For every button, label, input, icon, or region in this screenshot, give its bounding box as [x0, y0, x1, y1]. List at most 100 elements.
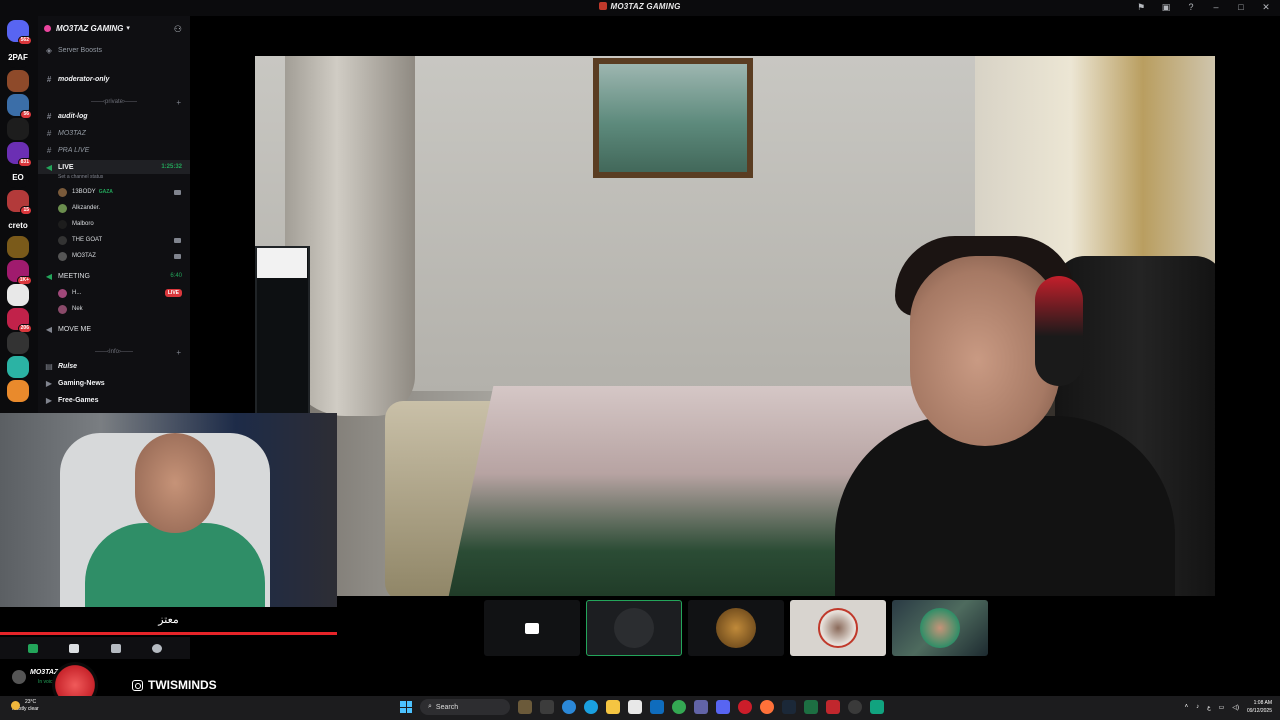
volume-icon[interactable]: ◁): [1232, 704, 1239, 711]
avatar: [58, 203, 67, 213]
app-icon[interactable]: [826, 700, 840, 714]
help-icon[interactable]: ?: [1185, 2, 1197, 13]
microphone-icon[interactable]: ♪: [1196, 704, 1199, 710]
inbox-icon[interactable]: ⚑: [1135, 2, 1147, 13]
edge-icon[interactable]: [584, 700, 598, 714]
camera-icon: [174, 190, 181, 195]
channel-pra-live[interactable]: # PRA LIVE: [38, 143, 190, 157]
channel-status[interactable]: Set a channel status: [58, 174, 103, 180]
channel-mo3taz[interactable]: # MO3TAZ: [38, 126, 190, 140]
main-stream-video[interactable]: [255, 56, 1215, 596]
voice-user[interactable]: Malboro: [58, 217, 94, 231]
avatar: [58, 235, 67, 245]
notification-badge: 562: [17, 36, 32, 45]
voice-channel-live[interactable]: ◀ LIVE 1:25:32: [38, 160, 190, 174]
server-icon[interactable]: 15: [7, 190, 32, 215]
voice-channel-meeting[interactable]: ◀ MEETING 6:40: [38, 269, 190, 283]
server-icon[interactable]: [7, 118, 29, 140]
settings-icon[interactable]: [848, 700, 862, 714]
start-button[interactable]: [400, 701, 412, 713]
announcement-icon: ▶: [45, 378, 53, 388]
chevron-up-icon[interactable]: ˄: [1185, 704, 1189, 710]
taskbar-search[interactable]: ⌕ Search: [420, 699, 510, 715]
weather-widget[interactable]: 23°C Mostly clear: [11, 699, 39, 713]
server-icon[interactable]: 562: [7, 20, 32, 45]
title-bar: MO3TAZ GAMING ⚑ ▣ ? – □ ✕: [0, 0, 1280, 16]
voice-user[interactable]: Alkzander.: [58, 201, 100, 215]
participant-tile[interactable]: [790, 600, 886, 656]
server-icon[interactable]: [7, 380, 29, 402]
close-button[interactable]: ✕: [1260, 2, 1272, 13]
server-icon[interactable]: 56: [7, 94, 32, 119]
server-icon[interactable]: 206: [7, 308, 32, 333]
invite-icon[interactable]: ⚇: [174, 24, 182, 35]
server-icon[interactable]: 1K+: [7, 260, 32, 285]
server-icon[interactable]: EO: [7, 166, 29, 188]
participant-tile[interactable]: [688, 600, 784, 656]
channel-audit-log[interactable]: # audit-log: [38, 109, 190, 123]
avatar: [58, 288, 67, 298]
chevron-down-icon: ▾: [126, 25, 130, 32]
category-info[interactable]: ——‹ Info ›—— +: [38, 345, 190, 359]
category-private[interactable]: ——‹ private ›—— +: [38, 95, 190, 109]
teams-icon[interactable]: [694, 700, 708, 714]
activities-button[interactable]: [110, 643, 121, 653]
participant-tile[interactable]: [484, 600, 580, 656]
firefox-icon[interactable]: [760, 700, 774, 714]
add-channel-icon[interactable]: +: [176, 98, 181, 107]
screen-share-button[interactable]: [69, 643, 80, 653]
soundboard-button[interactable]: [152, 643, 163, 653]
clock[interactable]: 1:08 AM 09/12/2025: [1247, 699, 1272, 715]
monitor-image: [255, 246, 310, 416]
live-badge: LIVE: [164, 289, 182, 297]
server-icon[interactable]: 2PAF: [7, 46, 29, 68]
server-icon[interactable]: [7, 70, 29, 92]
channel-moderator-only[interactable]: # moderator-only: [38, 72, 190, 86]
steam-icon[interactable]: [782, 700, 796, 714]
avatar[interactable]: [12, 670, 26, 684]
camera-toggle-button[interactable]: [27, 643, 38, 653]
opera-icon[interactable]: [738, 700, 752, 714]
voice-user[interactable]: THE GOAT: [58, 233, 102, 247]
chrome-icon[interactable]: [672, 700, 686, 714]
participant-tile[interactable]: [892, 600, 988, 656]
server-icon[interactable]: creto: [7, 214, 29, 236]
minimize-button[interactable]: –: [1210, 2, 1222, 13]
channel-free-games[interactable]: ▶ Free-Games: [38, 393, 190, 407]
voice-user[interactable]: 13BODY GAZA: [58, 185, 113, 199]
file-explorer-icon[interactable]: [606, 700, 620, 714]
screen-icon[interactable]: ▣: [1160, 2, 1172, 13]
server-icon[interactable]: [7, 236, 29, 258]
server-icon[interactable]: [7, 284, 29, 306]
widget-icon[interactable]: [518, 700, 532, 714]
language-indicator[interactable]: ع: [1207, 704, 1211, 711]
channel-gaming-news[interactable]: ▶ Gaming-News: [38, 376, 190, 390]
speaker-icon: ◀: [45, 324, 53, 334]
voice-user[interactable]: MO3TAZ: [58, 249, 96, 263]
system-tray: ˄ ♪ ع ▭ ◁) 1:08 AM 09/12/2025: [1185, 699, 1272, 715]
store-icon[interactable]: [628, 700, 642, 714]
voice-user[interactable]: H...: [58, 286, 81, 300]
voice-user[interactable]: Nek: [58, 302, 83, 316]
hash-icon: #: [46, 128, 52, 138]
announcement-icon: ▶: [45, 395, 53, 405]
discord-icon[interactable]: [716, 700, 730, 714]
search-icon: ⌕: [428, 703, 432, 710]
maximize-button[interactable]: □: [1235, 2, 1247, 13]
copilot-icon[interactable]: [562, 700, 576, 714]
outlook-icon[interactable]: [650, 700, 664, 714]
task-view-icon[interactable]: [540, 700, 554, 714]
voice-channel-move-me[interactable]: ◀ MOVE ME: [38, 322, 190, 336]
server-header[interactable]: MO3TAZ GAMING ▾ ⚇: [38, 16, 190, 40]
add-channel-icon[interactable]: +: [176, 348, 181, 357]
participant-tile[interactable]: [586, 600, 682, 656]
excel-icon[interactable]: [804, 700, 818, 714]
speaker-icon: ◀: [45, 271, 53, 281]
app-icon[interactable]: [870, 700, 884, 714]
server-icon[interactable]: [7, 356, 29, 378]
server-icon[interactable]: [7, 332, 29, 354]
channel-rulse[interactable]: ▤ Rulse: [38, 359, 190, 373]
server-icon[interactable]: 831: [7, 142, 32, 167]
display-icon[interactable]: ▭: [1219, 704, 1225, 711]
server-boosts[interactable]: ◈ Server Boosts: [38, 43, 190, 57]
